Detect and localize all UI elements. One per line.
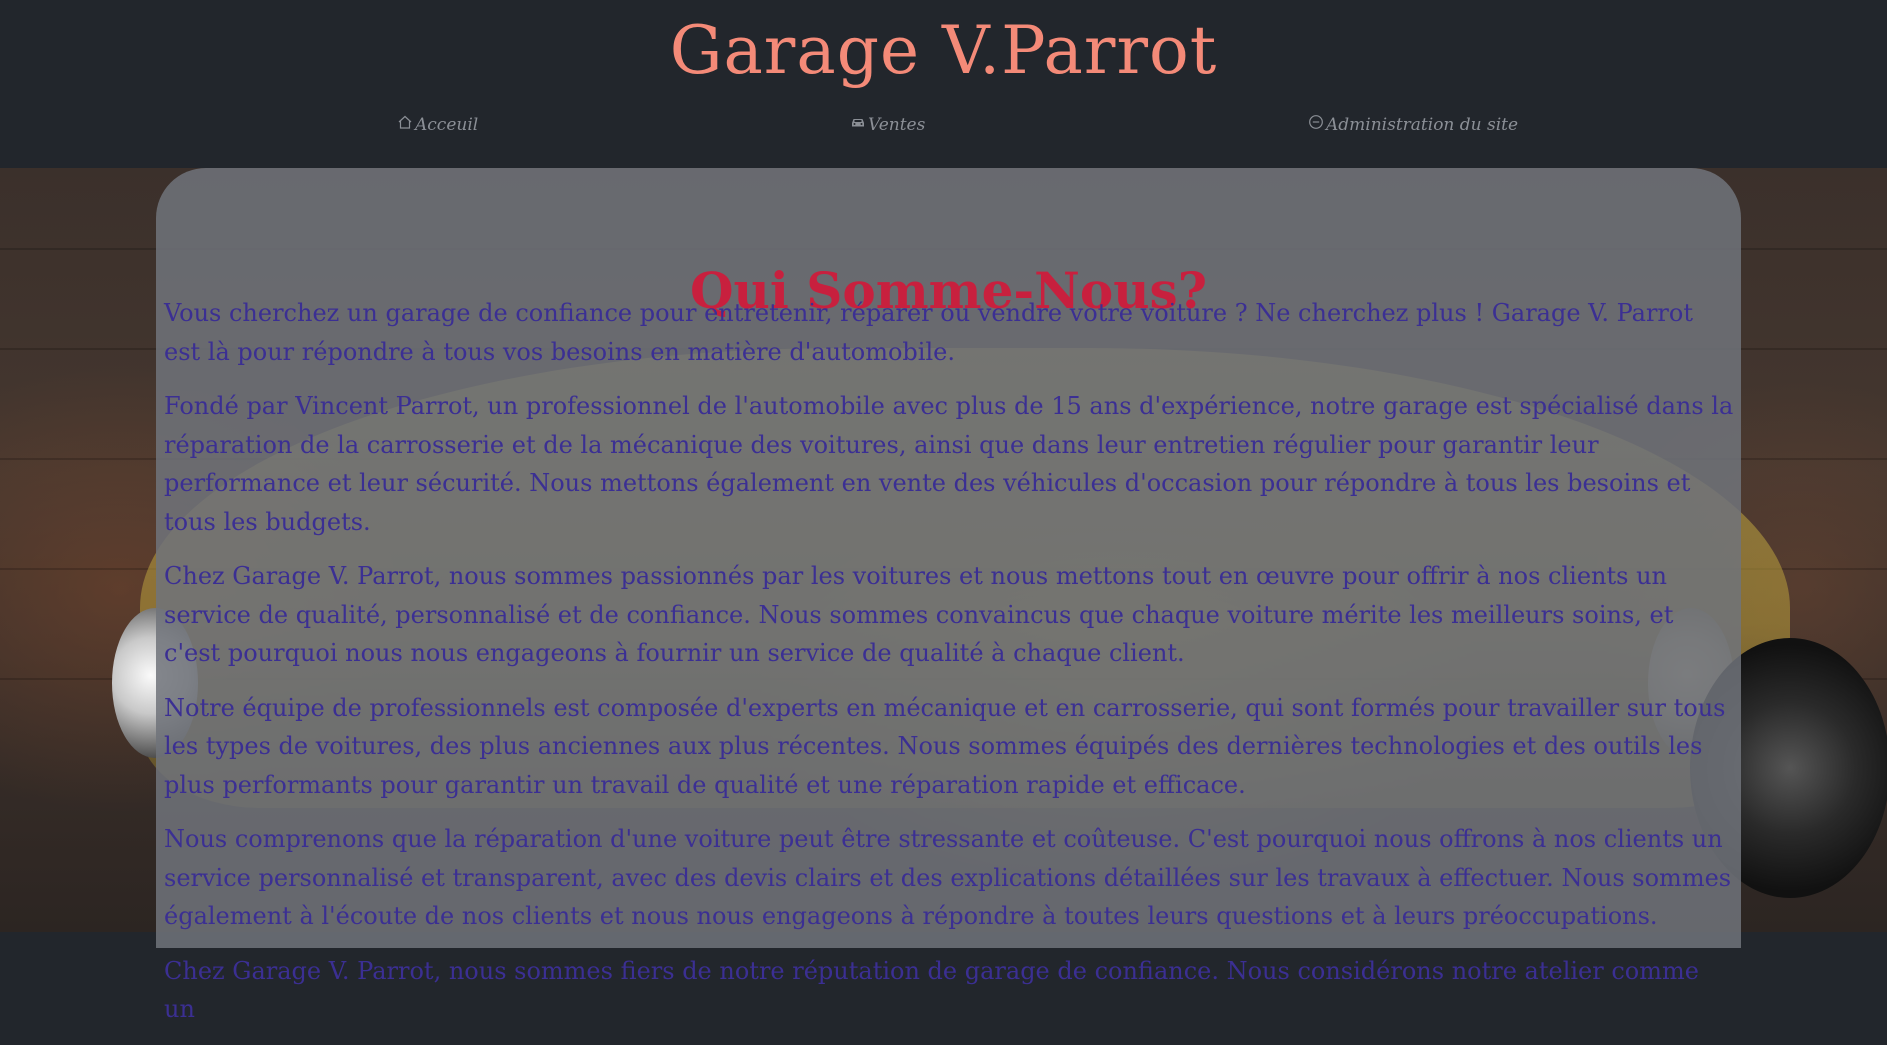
nav-item-accueil[interactable]: Acceuil: [397, 114, 478, 135]
site-header: Garage V.Parrot Acceuil Ventes Administr…: [0, 0, 1887, 168]
nav-item-label: Administration du site: [1326, 114, 1519, 135]
paragraph: Notre équipe de professionnels est compo…: [164, 693, 1726, 799]
paragraph: Chez Garage V. Parrot, nous sommes passi…: [164, 562, 1674, 667]
site-title: Garage V.Parrot: [669, 12, 1218, 89]
nav-item-label: Ventes: [868, 114, 926, 135]
main-nav: Acceuil Ventes Administration du site: [0, 114, 1887, 140]
dash-circle-icon: [1308, 114, 1324, 135]
car-icon: [850, 114, 866, 135]
home-icon: [397, 114, 413, 135]
about-panel: Qui Somme-Nous? Vous cherchez un garage …: [156, 168, 1741, 1023]
paragraph: Fondé par Vincent Parrot, un professionn…: [164, 392, 1734, 536]
nav-item-ventes[interactable]: Ventes: [850, 114, 925, 135]
paragraph: Nous comprenons que la réparation d'une …: [164, 825, 1732, 930]
paragraph: Vous cherchez un garage de confiance pou…: [164, 299, 1693, 366]
nav-item-label: Acceuil: [415, 114, 479, 135]
nav-item-administration[interactable]: Administration du site: [1308, 114, 1518, 135]
paragraph: Chez Garage V. Parrot, nous sommes fiers…: [164, 956, 1699, 1024]
